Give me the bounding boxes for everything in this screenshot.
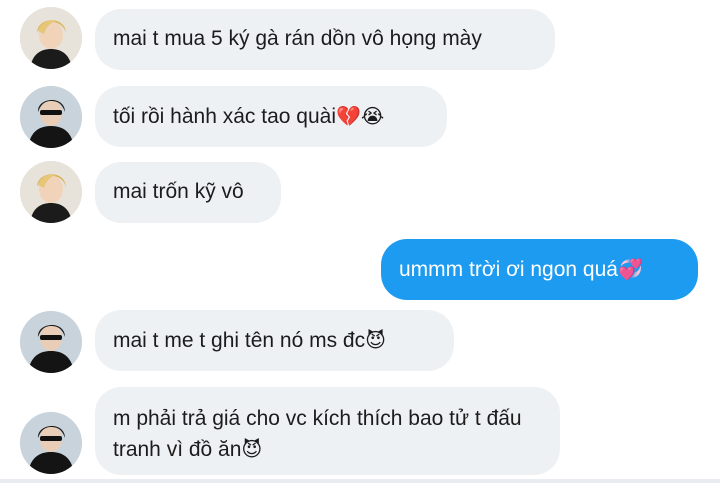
message-bubble-incoming[interactable]: mai trốn kỹ vô <box>95 162 281 223</box>
emoji: 💞 <box>617 257 643 281</box>
message-bubble-incoming[interactable]: mai t mua 5 ký gà rán dồn vô họng mày <box>95 9 555 70</box>
message-text: ummm trời ơi ngon quá <box>399 258 618 281</box>
avatar[interactable] <box>20 311 82 373</box>
message-bubble-incoming[interactable]: m phải trả giá cho vc kích thích bao tử … <box>95 387 560 475</box>
message-bubble-incoming[interactable]: tối rồi hành xác tao quài💔😭 <box>95 86 447 147</box>
avatar[interactable] <box>20 86 82 148</box>
message-text: mai t me t ghi tên nó ms đc <box>113 329 366 352</box>
message-text: mai t mua 5 ký gà rán dồn vô họng mày <box>113 27 482 50</box>
emoji: 😈 <box>365 328 386 352</box>
avatar-photo-icon <box>20 86 82 148</box>
message-text: m phải trả giá cho vc kích thích bao tử … <box>113 407 522 461</box>
message-bubble-outgoing[interactable]: ummm trời ơi ngon quá💞 <box>381 239 698 300</box>
avatar-photo-icon <box>20 412 82 474</box>
divider <box>0 479 720 483</box>
message-text: tối rồi hành xác tao quài <box>113 105 336 128</box>
message-bubble-incoming[interactable]: mai t me t ghi tên nó ms đc😈 <box>95 310 454 371</box>
emoji: 💔😭 <box>335 104 385 128</box>
emoji: 😈 <box>241 437 263 461</box>
avatar-photo-icon <box>20 311 82 373</box>
avatar[interactable] <box>20 161 82 223</box>
avatar-photo-icon <box>20 7 82 69</box>
avatar[interactable] <box>20 412 82 474</box>
avatar-photo-icon <box>20 161 82 223</box>
message-text: mai trốn kỹ vô <box>113 180 244 203</box>
avatar[interactable] <box>20 7 82 69</box>
